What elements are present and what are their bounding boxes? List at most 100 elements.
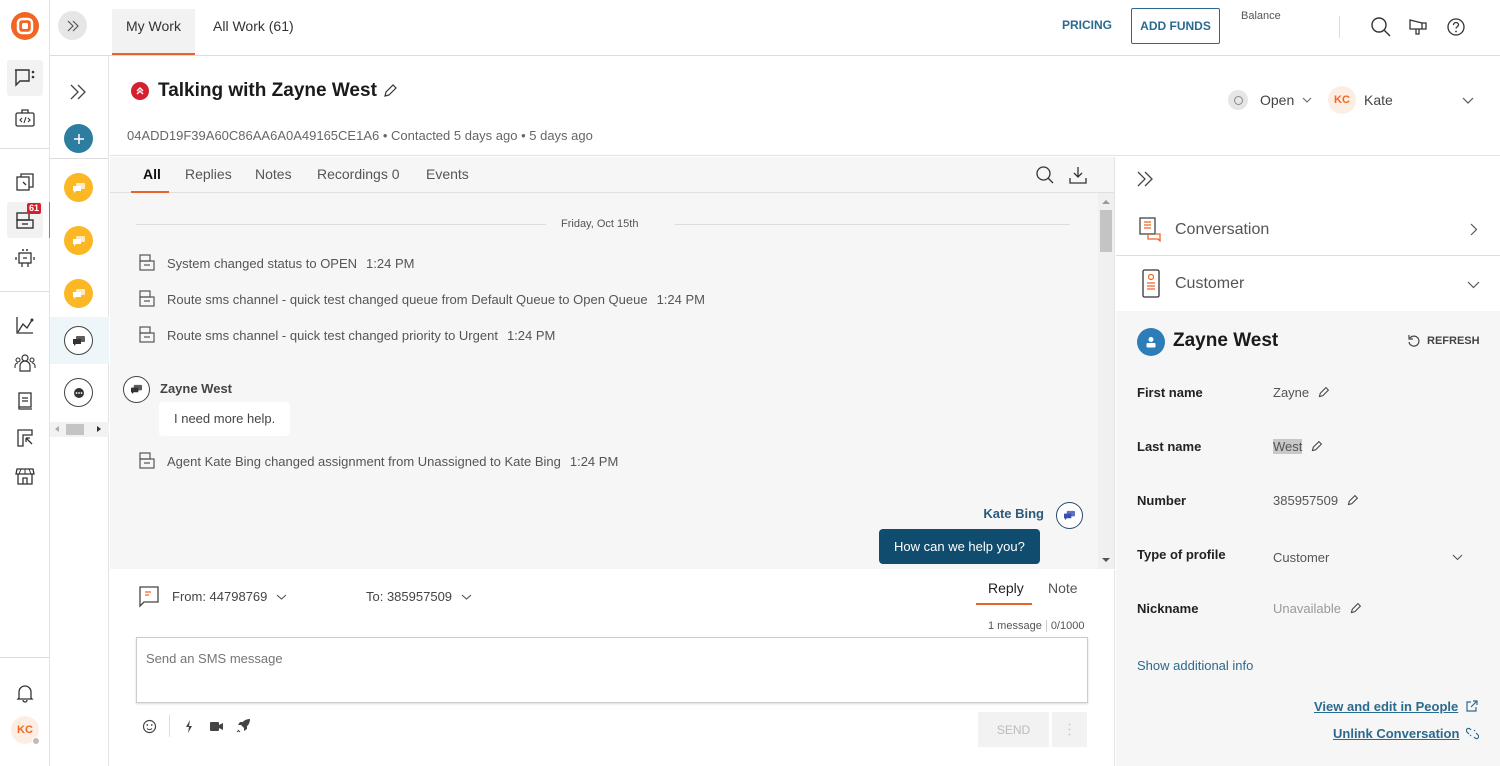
code-briefcase-icon <box>15 109 35 127</box>
tab-my-work[interactable]: My Work <box>112 9 195 55</box>
storefront-icon <box>15 468 35 485</box>
scroll-up-arrow[interactable] <box>1102 200 1110 204</box>
event-time: 1:24 PM <box>506 327 556 343</box>
event-row: Agent Kate Bing changed assignment from … <box>137 452 618 470</box>
rail-widgets[interactable] <box>7 420 43 456</box>
announcements-button[interactable] <box>1408 17 1430 37</box>
tab-recordings[interactable]: Recordings 0 <box>317 166 400 182</box>
rail-people[interactable] <box>7 345 43 381</box>
agent-message-bubble: How can we help you? <box>879 529 1040 564</box>
conversation-item[interactable] <box>64 226 93 255</box>
rail-conversations[interactable] <box>7 60 43 96</box>
balance-label: Balance <box>1241 10 1281 22</box>
event-time: 1:24 PM <box>569 453 619 469</box>
scroll-thumb[interactable] <box>66 424 84 435</box>
field-first-name[interactable]: Zayne <box>1273 385 1330 400</box>
launch-button[interactable] <box>236 718 251 733</box>
collapse-panel-button[interactable] <box>1136 171 1154 187</box>
rail-developer[interactable] <box>7 100 43 136</box>
emoji-button[interactable] <box>142 719 157 734</box>
field-last-name[interactable]: West <box>1273 439 1323 454</box>
chat-bubbles-icon <box>131 384 142 395</box>
add-funds-button[interactable]: ADD FUNDS <box>1131 8 1220 44</box>
brand-logo[interactable] <box>10 11 40 41</box>
event-log-icon <box>139 326 155 343</box>
refresh-button[interactable]: REFRESH <box>1407 334 1480 348</box>
field-nickname[interactable]: Unavailable <box>1273 601 1362 616</box>
sms-message-input[interactable] <box>136 637 1088 703</box>
chevron-down-icon <box>1462 97 1474 104</box>
from-number-dropdown[interactable]: From: 44798769 <box>172 589 287 604</box>
tab-all[interactable]: All <box>143 166 161 182</box>
conversation-item[interactable] <box>64 173 93 202</box>
pricing-link[interactable]: PRICING <box>1062 18 1112 32</box>
refresh-icon <box>1408 335 1420 347</box>
chevron-right-icon <box>1470 223 1478 236</box>
expand-list-button[interactable] <box>69 84 87 100</box>
search-icon <box>1371 17 1391 37</box>
rail-book[interactable] <box>7 383 43 419</box>
send-options-button[interactable] <box>1052 712 1087 747</box>
details-panel: Conversation Customer Zayne West REFRESH… <box>1116 157 1500 766</box>
show-additional-info-link[interactable]: Show additional info <box>1137 658 1253 673</box>
view-edit-people-link[interactable]: View and edit in People <box>1314 699 1478 714</box>
tab-events[interactable]: Events <box>426 166 469 182</box>
horizontal-scrollbar[interactable] <box>50 422 109 437</box>
tab-reply[interactable]: Reply <box>988 580 1024 596</box>
quick-replies-button[interactable] <box>184 719 194 734</box>
global-search-button[interactable] <box>1370 16 1392 38</box>
scroll-down-arrow[interactable] <box>1102 558 1110 562</box>
tab-note[interactable]: Note <box>1048 580 1078 596</box>
section-conversation-label: Conversation <box>1175 221 1270 238</box>
help-icon <box>1447 18 1465 36</box>
rail-analytics[interactable] <box>7 307 43 343</box>
rail-divider <box>0 657 50 658</box>
customer-message-bubble: I need more help. <box>159 402 291 436</box>
topbar-divider <box>1339 16 1340 38</box>
unlink-conversation-link[interactable]: Unlink Conversation <box>1333 726 1480 741</box>
video-button[interactable] <box>209 721 224 732</box>
rocket-icon <box>236 719 250 733</box>
tab-notes[interactable]: Notes <box>255 166 292 182</box>
download-transcript-button[interactable] <box>1068 165 1088 185</box>
conversation-item-active[interactable] <box>64 326 93 355</box>
event-text: Route sms channel - quick test changed q… <box>167 291 648 307</box>
expand-sidebar-button[interactable] <box>58 11 87 40</box>
refresh-label: REFRESH <box>1427 335 1480 347</box>
event-log-icon <box>139 290 155 307</box>
tab-all-work[interactable]: All Work (61) <box>199 9 308 55</box>
user-avatar-initials: KC <box>17 724 33 736</box>
event-log-icon <box>139 452 155 469</box>
scroll-thumb[interactable] <box>1100 210 1112 252</box>
send-button[interactable]: SEND <box>978 712 1049 747</box>
vertical-scrollbar[interactable] <box>1098 193 1114 569</box>
list-divider <box>50 158 109 159</box>
scroll-right-arrow[interactable] <box>97 426 101 432</box>
rail-bots[interactable] <box>7 240 43 276</box>
customer-sender-name: Zayne West <box>160 381 233 396</box>
help-button[interactable] <box>1446 17 1466 37</box>
chevron-down-icon <box>1302 97 1312 103</box>
rail-inbox[interactable]: 61 <box>7 202 43 238</box>
scroll-left-arrow[interactable] <box>55 426 59 432</box>
tab-replies[interactable]: Replies <box>185 166 232 182</box>
notifications-button[interactable] <box>7 675 43 711</box>
profile-type-select[interactable]: Customer <box>1273 550 1463 565</box>
conversation-meta: 04ADD19F39A60C86AA6A0A49165CE1A6 • Conta… <box>127 128 593 143</box>
status-dropdown[interactable]: Open <box>1228 90 1312 110</box>
section-customer[interactable]: Customer <box>1116 257 1500 311</box>
field-number[interactable]: 385957509 <box>1273 493 1359 508</box>
rail-store[interactable] <box>7 458 43 494</box>
people-icon <box>14 354 36 372</box>
message-composer: From: 44798769 To: 385957509 Reply Note … <box>110 570 1115 766</box>
to-number-dropdown[interactable]: To: 385957509 <box>366 589 472 604</box>
rail-knowledge[interactable] <box>7 165 43 201</box>
edit-title-button[interactable] <box>382 83 398 99</box>
conversation-item[interactable] <box>64 279 93 308</box>
section-conversation[interactable]: Conversation <box>1116 203 1500 256</box>
assignee-dropdown[interactable]: KC Kate <box>1328 86 1474 114</box>
new-conversation-button[interactable] <box>64 124 93 153</box>
conversation-item[interactable] <box>64 378 93 407</box>
search-conversation-button[interactable] <box>1035 165 1055 185</box>
chat-bubbles-icon <box>72 335 85 346</box>
